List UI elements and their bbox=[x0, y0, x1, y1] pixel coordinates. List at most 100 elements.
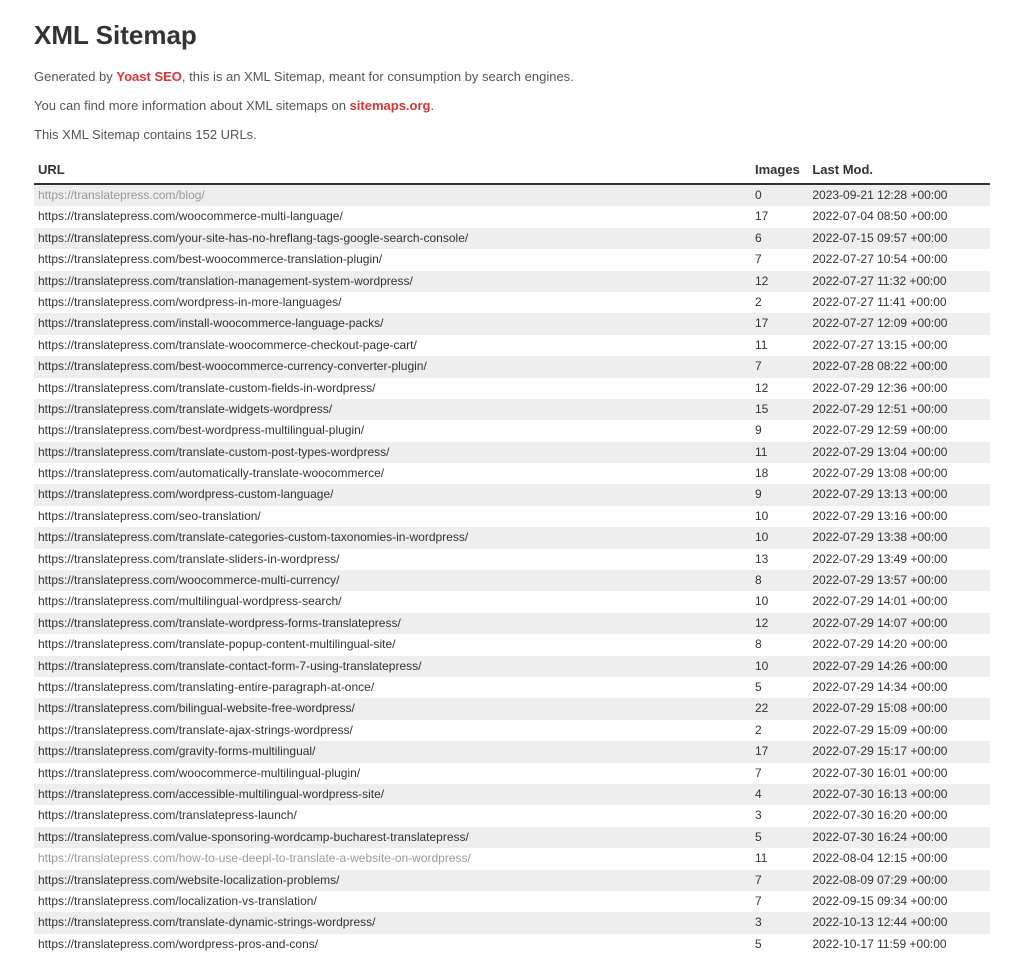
cell-lastmod: 2022-10-13 12:44 +00:00 bbox=[808, 912, 990, 933]
cell-lastmod: 2022-07-29 12:59 +00:00 bbox=[808, 420, 990, 441]
table-row: https://translatepress.com/translate-aja… bbox=[34, 720, 990, 741]
cell-images: 2 bbox=[751, 292, 808, 313]
sitemap-url-link[interactable]: https://translatepress.com/seo-translati… bbox=[38, 509, 261, 523]
table-row: https://translatepress.com/translate-cus… bbox=[34, 442, 990, 463]
cell-images: 7 bbox=[751, 249, 808, 270]
sitemap-url-link[interactable]: https://translatepress.com/woocommerce-m… bbox=[38, 573, 339, 587]
cell-lastmod: 2022-07-29 13:04 +00:00 bbox=[808, 442, 990, 463]
sitemap-url-link[interactable]: https://translatepress.com/translate-pop… bbox=[38, 637, 396, 651]
sitemap-url-link[interactable]: https://translatepress.com/translate-wid… bbox=[38, 402, 332, 416]
cell-lastmod: 2022-07-27 12:09 +00:00 bbox=[808, 313, 990, 334]
cell-images: 2 bbox=[751, 720, 808, 741]
table-row: https://translatepress.com/multilingual-… bbox=[34, 591, 990, 612]
table-row: https://translatepress.com/wordpress-pro… bbox=[34, 934, 990, 955]
table-row: https://translatepress.com/seo-translati… bbox=[34, 506, 990, 527]
sitemap-url-link[interactable]: https://translatepress.com/best-woocomme… bbox=[38, 252, 382, 266]
cell-url: https://translatepress.com/how-to-use-de… bbox=[34, 848, 751, 869]
generated-by-line: Generated by Yoast SEO, this is an XML S… bbox=[34, 69, 990, 84]
cell-url: https://translatepress.com/translate-dyn… bbox=[34, 912, 751, 933]
sitemap-url-link[interactable]: https://translatepress.com/translate-cat… bbox=[38, 530, 468, 544]
sitemap-url-link[interactable]: https://translatepress.com/bilingual-web… bbox=[38, 701, 355, 715]
sitemap-url-link[interactable]: https://translatepress.com/translate-sli… bbox=[38, 552, 339, 566]
sitemap-url-link[interactable]: https://translatepress.com/install-wooco… bbox=[38, 316, 383, 330]
cell-url: https://translatepress.com/translating-e… bbox=[34, 677, 751, 698]
sitemap-url-link[interactable]: https://translatepress.com/website-local… bbox=[38, 873, 339, 887]
sitemap-url-link[interactable]: https://translatepress.com/best-wordpres… bbox=[38, 423, 364, 437]
cell-images: 17 bbox=[751, 206, 808, 227]
sitemap-url-link[interactable]: https://translatepress.com/multilingual-… bbox=[38, 594, 341, 608]
cell-images: 4 bbox=[751, 784, 808, 805]
cell-images: 6 bbox=[751, 228, 808, 249]
sitemap-url-link[interactable]: https://translatepress.com/translate-aja… bbox=[38, 723, 353, 737]
sitemap-url-link[interactable]: https://translatepress.com/value-sponsor… bbox=[38, 830, 469, 844]
sitemap-url-link[interactable]: https://translatepress.com/localization-… bbox=[38, 894, 317, 908]
sitemap-url-link[interactable]: https://translatepress.com/translate-con… bbox=[38, 659, 421, 673]
table-row: https://translatepress.com/wordpress-cus… bbox=[34, 484, 990, 505]
generated-suffix: , this is an XML Sitemap, meant for cons… bbox=[182, 69, 574, 84]
sitemap-url-link[interactable]: https://translatepress.com/translatepres… bbox=[38, 808, 297, 822]
cell-url: https://translatepress.com/translate-cus… bbox=[34, 442, 751, 463]
sitemaps-org-link[interactable]: sitemaps.org bbox=[350, 98, 431, 113]
cell-images: 8 bbox=[751, 634, 808, 655]
table-row: https://translatepress.com/translate-cus… bbox=[34, 378, 990, 399]
table-row: https://translatepress.com/translation-m… bbox=[34, 271, 990, 292]
cell-images: 0 bbox=[751, 184, 808, 206]
table-row: https://translatepress.com/blog/02023-09… bbox=[34, 184, 990, 206]
cell-url: https://translatepress.com/best-wordpres… bbox=[34, 420, 751, 441]
sitemap-url-link[interactable]: https://translatepress.com/translating-e… bbox=[38, 680, 374, 694]
cell-url: https://translatepress.com/gravity-forms… bbox=[34, 741, 751, 762]
cell-images: 9 bbox=[751, 484, 808, 505]
table-row: https://translatepress.com/translating-e… bbox=[34, 677, 990, 698]
cell-lastmod: 2022-07-29 15:09 +00:00 bbox=[808, 720, 990, 741]
header-lastmod: Last Mod. bbox=[808, 156, 990, 184]
cell-images: 7 bbox=[751, 356, 808, 377]
sitemap-url-link[interactable]: https://translatepress.com/woocommerce-m… bbox=[38, 209, 343, 223]
sitemap-url-link[interactable]: https://translatepress.com/accessible-mu… bbox=[38, 787, 384, 801]
cell-url: https://translatepress.com/localization-… bbox=[34, 891, 751, 912]
sitemap-url-link[interactable]: https://translatepress.com/best-woocomme… bbox=[38, 359, 427, 373]
sitemap-url-link[interactable]: https://translatepress.com/translate-woo… bbox=[38, 338, 417, 352]
sitemap-url-link[interactable]: https://translatepress.com/translate-dyn… bbox=[38, 915, 375, 929]
cell-lastmod: 2022-07-30 16:24 +00:00 bbox=[808, 827, 990, 848]
cell-images: 10 bbox=[751, 506, 808, 527]
table-row: https://translatepress.com/gravity-forms… bbox=[34, 741, 990, 762]
cell-url: https://translatepress.com/woocommerce-m… bbox=[34, 763, 751, 784]
table-row: https://translatepress.com/website-local… bbox=[34, 870, 990, 891]
table-row: https://translatepress.com/bilingual-web… bbox=[34, 698, 990, 719]
yoast-seo-link[interactable]: Yoast SEO bbox=[116, 69, 182, 84]
sitemap-url-link[interactable]: https://translatepress.com/wordpress-in-… bbox=[38, 295, 341, 309]
url-count-line: This XML Sitemap contains 152 URLs. bbox=[34, 127, 990, 142]
sitemap-url-link[interactable]: https://translatepress.com/wordpress-pro… bbox=[38, 937, 318, 951]
cell-url: https://translatepress.com/wordpress-cus… bbox=[34, 484, 751, 505]
sitemap-url-link[interactable]: https://translatepress.com/wordpress-cus… bbox=[38, 487, 333, 501]
cell-lastmod: 2022-08-09 07:29 +00:00 bbox=[808, 870, 990, 891]
table-row: https://translatepress.com/translatepres… bbox=[34, 805, 990, 826]
sitemap-url-link[interactable]: https://translatepress.com/automatically… bbox=[38, 466, 384, 480]
sitemap-url-link[interactable]: https://translatepress.com/how-to-use-de… bbox=[38, 851, 471, 865]
table-row: https://translatepress.com/translate-pop… bbox=[34, 634, 990, 655]
cell-lastmod: 2022-07-29 14:26 +00:00 bbox=[808, 656, 990, 677]
table-row: https://translatepress.com/translate-con… bbox=[34, 656, 990, 677]
sitemap-url-link[interactable]: https://translatepress.com/translate-cus… bbox=[38, 445, 389, 459]
cell-lastmod: 2022-07-27 11:41 +00:00 bbox=[808, 292, 990, 313]
sitemap-url-link[interactable]: https://translatepress.com/your-site-has… bbox=[38, 231, 468, 245]
cell-lastmod: 2022-07-29 13:08 +00:00 bbox=[808, 463, 990, 484]
cell-url: https://translatepress.com/wordpress-pro… bbox=[34, 934, 751, 955]
cell-images: 5 bbox=[751, 827, 808, 848]
sitemap-url-link[interactable]: https://translatepress.com/translate-wor… bbox=[38, 616, 401, 630]
cell-url: https://translatepress.com/translate-con… bbox=[34, 656, 751, 677]
cell-images: 3 bbox=[751, 805, 808, 826]
sitemap-url-link[interactable]: https://translatepress.com/translation-m… bbox=[38, 274, 413, 288]
table-row: https://translatepress.com/best-woocomme… bbox=[34, 356, 990, 377]
cell-url: https://translatepress.com/translate-aja… bbox=[34, 720, 751, 741]
table-row: https://translatepress.com/your-site-has… bbox=[34, 228, 990, 249]
sitemap-url-link[interactable]: https://translatepress.com/gravity-forms… bbox=[38, 744, 315, 758]
cell-images: 5 bbox=[751, 677, 808, 698]
sitemap-url-link[interactable]: https://translatepress.com/translate-cus… bbox=[38, 381, 375, 395]
sitemap-url-link[interactable]: https://translatepress.com/blog/ bbox=[38, 188, 205, 202]
cell-url: https://translatepress.com/translate-cat… bbox=[34, 527, 751, 548]
cell-lastmod: 2022-07-29 15:08 +00:00 bbox=[808, 698, 990, 719]
sitemap-url-link[interactable]: https://translatepress.com/woocommerce-m… bbox=[38, 766, 360, 780]
cell-lastmod: 2022-07-28 08:22 +00:00 bbox=[808, 356, 990, 377]
header-images: Images bbox=[751, 156, 808, 184]
